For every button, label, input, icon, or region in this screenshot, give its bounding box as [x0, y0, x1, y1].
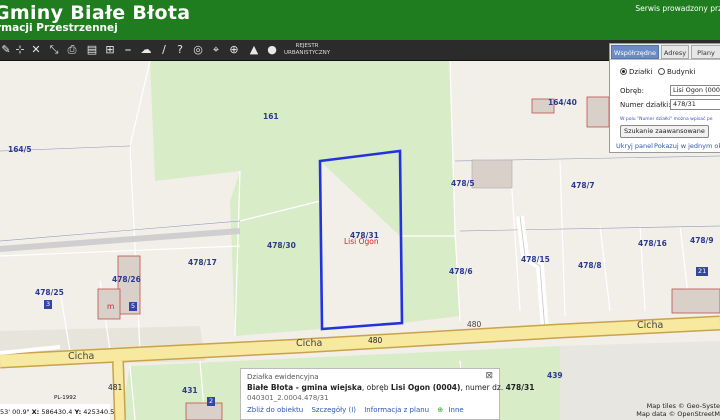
- popup-gmina: Białe Błota - gmina wiejska: [247, 383, 362, 392]
- street-label: Cicha: [68, 351, 95, 362]
- gis-app: Gminy Białe Błota rmacji Przestrzennej S…: [0, 0, 720, 420]
- street-label: Cicha: [296, 338, 323, 349]
- parcel-label: 478/9: [690, 236, 714, 245]
- popup-links: Zbliż do obiektu Szczegóły (I) Informacj…: [247, 406, 470, 414]
- angle-value: 53' 00.9": [0, 408, 30, 416]
- parcel-hint: W polu "Numer działki" można wpisać pe: [620, 117, 713, 122]
- zoom-to-object-link[interactable]: Zbliż do obiektu: [247, 406, 303, 414]
- popup-text: , numer dz.: [460, 383, 506, 392]
- print-icon[interactable]: ⎙: [64, 42, 80, 58]
- popup-parcel-description: Białe Błota - gmina wiejska, obręb Lisi …: [247, 383, 534, 392]
- place-name: Lisi Ogon: [344, 237, 379, 246]
- radio-off-icon[interactable]: [658, 68, 665, 75]
- hide-panel-link[interactable]: Ukryj panel: [616, 142, 653, 150]
- y-label: Y:: [74, 408, 82, 416]
- parcel-label: 478/5: [451, 179, 475, 188]
- freehand-icon[interactable]: ∕: [156, 42, 172, 58]
- popup-parcel-id: 040301_2.0004.478/31: [247, 394, 329, 402]
- street-label: Cicha: [637, 320, 664, 331]
- layers-icon[interactable]: ◎: [190, 42, 206, 58]
- registry-label-2: URBANISTYCZNY: [284, 50, 331, 56]
- tab-addresses[interactable]: Adresy: [661, 45, 689, 59]
- line-icon[interactable]: ⎯: [120, 42, 136, 58]
- building-number: 5: [129, 302, 138, 311]
- app-header: Gminy Białe Błota rmacji Przestrzennej S…: [0, 0, 720, 40]
- radio-parcels[interactable]: Działki: [620, 68, 652, 76]
- parcel-label: 478/16: [638, 239, 667, 248]
- radio-buildings-label: Budynki: [667, 68, 696, 76]
- parcel-label: 431: [182, 386, 198, 395]
- radio-on-icon[interactable]: [620, 68, 627, 75]
- parcel-number-label: Numer działki:: [620, 101, 671, 109]
- service-info-link[interactable]: Serwis prowadzony prz: [635, 4, 720, 13]
- pan-icon[interactable]: ✕: [28, 42, 44, 58]
- building-number: 2: [207, 397, 216, 406]
- road-number-label-2: 481: [108, 383, 123, 392]
- parcel-label: 161: [263, 112, 279, 121]
- radio-parcels-label: Działki: [629, 68, 653, 76]
- single-window-link[interactable]: Pokazuj w jednym okni: [654, 142, 720, 150]
- other-link[interactable]: Inne: [448, 406, 463, 414]
- parcel-label: 478/25: [35, 288, 64, 297]
- parcel-label: 478/15: [521, 255, 550, 264]
- zoom-icon[interactable]: ⊕: [226, 42, 242, 58]
- parcel-label: 478/7: [571, 181, 595, 190]
- app-title: Gminy Białe Błota: [0, 2, 191, 24]
- x-value: 586430.4: [41, 408, 73, 416]
- parcel-number-input[interactable]: 478/31: [670, 99, 720, 110]
- popup-title: Działka ewidencyjna: [247, 373, 319, 381]
- location-icon[interactable]: ⌖: [208, 42, 224, 58]
- parcel-label: 478/26: [112, 275, 141, 284]
- registry-button[interactable]: REJESTR URBANISTYCZNY: [284, 43, 330, 57]
- panel-tabs: Współrzędne Adresy Plany: [610, 44, 720, 60]
- scale-bar: PL-1992: [4, 395, 76, 401]
- obreb-label: Obręb:: [620, 87, 644, 95]
- details-link[interactable]: Szczegóły (I): [311, 406, 356, 414]
- select-icon[interactable]: ⊞: [102, 42, 118, 58]
- parcel-label: 478/30: [267, 241, 296, 250]
- parcel-label: 478/17: [188, 258, 217, 267]
- close-icon[interactable]: ⊠: [485, 371, 493, 381]
- obreb-select[interactable]: Lisi Ogon (0004: [670, 85, 720, 96]
- plus-circle-icon[interactable]: ⊕: [437, 406, 443, 414]
- y-value: 425340.5: [83, 408, 115, 416]
- attribution-data: Map data © OpenStreetM: [636, 410, 720, 418]
- parcel-info-popup: Działka ewidencyjna ⊠ Białe Błota - gmin…: [240, 368, 534, 420]
- coordinates-readout: 53' 00.9" X: 586430.4 Y: 425340.5: [0, 404, 114, 420]
- tab-plans[interactable]: Plany: [691, 45, 720, 59]
- chat-icon[interactable]: ●: [264, 42, 280, 58]
- search-panel: Współrzędne Adresy Plany Działki Budynki…: [609, 43, 720, 153]
- tab-coordinates[interactable]: Współrzędne: [611, 45, 659, 59]
- app-subtitle: rmacji Przestrzennej: [0, 22, 118, 34]
- map-attribution: Map tiles © Geo-Syste Map data © OpenStr…: [636, 402, 720, 418]
- radio-buildings[interactable]: Budynki: [658, 68, 695, 76]
- parcel-label: 164/40: [548, 98, 577, 107]
- measure-icon[interactable]: ⊹: [12, 42, 28, 58]
- building-number: 3: [44, 300, 53, 309]
- sheets-icon[interactable]: ▤: [84, 42, 100, 58]
- attribution-tiles: Map tiles © Geo-Syste: [646, 402, 720, 410]
- building-number: 21: [696, 267, 709, 276]
- help-icon[interactable]: ?: [172, 42, 188, 58]
- parcel-label: 439: [547, 371, 563, 380]
- road-number: 480: [467, 320, 482, 329]
- building-letter: m: [107, 302, 115, 311]
- parcel-label: 478/8: [578, 261, 602, 270]
- parcel-label: 164/5: [8, 145, 32, 154]
- projection-label: PL-1992: [54, 395, 77, 401]
- drag-icon[interactable]: ⤡: [46, 42, 62, 58]
- registry-label-1: REJESTR: [295, 43, 319, 49]
- plan-info-link[interactable]: Informacja z planu: [364, 406, 429, 414]
- popup-text: , obręb: [361, 383, 391, 392]
- x-label: X:: [31, 408, 40, 416]
- road-number-label: 480: [368, 336, 383, 345]
- popup-obreb: Lisi Ogon (0004): [390, 383, 461, 392]
- popup-parcel-number: 478/31: [505, 383, 535, 392]
- legend-icon[interactable]: ▲: [246, 42, 262, 58]
- area-icon[interactable]: ☁: [138, 42, 154, 58]
- advanced-search-button[interactable]: Szukanie zaawansowane: [620, 125, 709, 138]
- parcel-label: 478/6: [449, 267, 473, 276]
